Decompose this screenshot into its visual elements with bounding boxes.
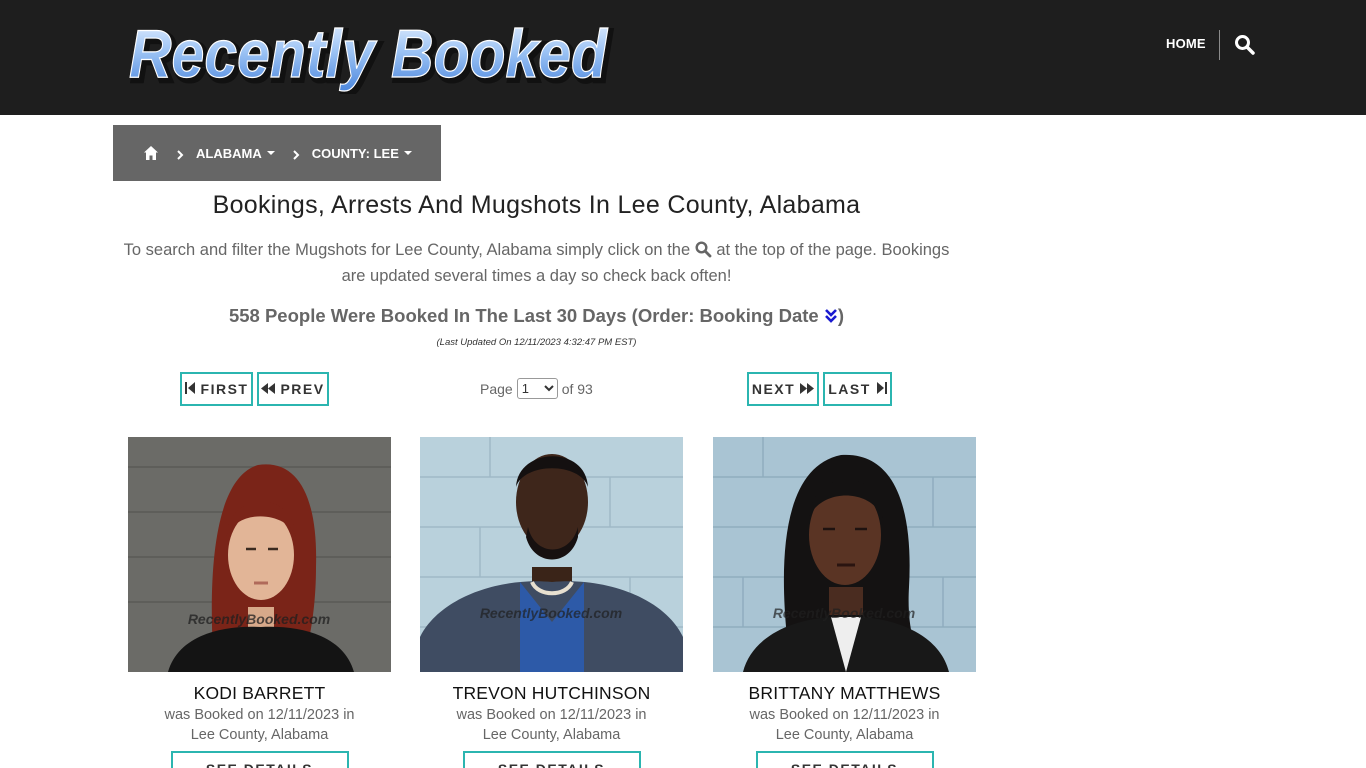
sort-order-icon[interactable] [824,307,838,323]
intro-text: To search and filter the Mugshots for Le… [113,237,960,289]
see-details-button[interactable]: SEE DETAILS [462,751,641,768]
nav-divider [1219,30,1220,60]
skip-first-icon [184,381,195,397]
skip-last-icon [876,381,887,397]
breadcrumb-state-dropdown[interactable]: ALABAMA [196,146,275,161]
chevron-right-icon [292,148,300,160]
prev-page-button[interactable]: PREV [257,372,329,406]
page-select[interactable]: 1 [516,378,558,399]
breadcrumb-county-label: COUNTY: LEE [311,145,399,161]
inmate-name[interactable]: KODI BARRETT [128,683,391,704]
see-details-button[interactable]: SEE DETAILS [170,751,349,768]
svg-text:RecentlyBooked.com: RecentlyBooked.com [480,605,622,621]
mugshot-photo[interactable]: RecentlyBooked.com [713,437,976,672]
prev-page-label: PREV [280,381,325,397]
last-updated: (Last Updated On 12/11/2023 4:32:47 PM E… [436,337,637,348]
last-page-label: LAST [828,381,871,397]
booking-date-line: was Booked on 12/11/2023 in [456,707,647,723]
svg-text:RecentlyBooked.com: RecentlyBooked.com [188,611,330,627]
breadcrumb-county-dropdown[interactable]: COUNTY: LEE [312,146,412,161]
breadcrumb: ALABAMA COUNTY: LEE [113,125,441,181]
booking-info: was Booked on 12/11/2023 in Lee County, … [420,705,683,745]
site-header: Recently Booked Recently Booked HOME [0,0,1366,115]
search-icon [695,240,712,258]
booking-count: 558 People Were Booked In The Last 30 Da… [113,305,960,327]
mugshot-photo[interactable]: RecentlyBooked.com [128,437,391,672]
svg-text:RecentlyBooked.com: RecentlyBooked.com [773,605,915,621]
search-icon[interactable] [1234,34,1256,56]
page-title: Bookings, Arrests And Mugshots In Lee Co… [212,191,861,219]
booking-location-line: Lee County, Alabama [190,727,329,743]
caret-down-icon [266,151,275,155]
booking-count-close: ) [837,305,845,326]
home-icon[interactable] [143,145,159,161]
booking-location-line: Lee County, Alabama [482,727,621,743]
booking-info: was Booked on 12/11/2023 in Lee County, … [128,705,391,745]
intro-text-before: To search and filter the Mugshots for Le… [123,241,691,259]
caret-down-icon [403,151,412,155]
booking-location-line: Lee County, Alabama [775,727,914,743]
inmate-name[interactable]: TREVON HUTCHINSON [420,683,683,704]
first-page-label: FIRST [200,381,249,397]
rewind-icon [261,381,276,397]
first-page-button[interactable]: FIRST [180,372,253,406]
breadcrumb-state-label: ALABAMA [196,145,262,161]
svg-text:Recently Booked: Recently Booked [129,16,608,92]
next-page-label: NEXT [751,381,796,397]
chevron-right-icon [176,148,184,160]
booking-card: RecentlyBooked.com KODI BARRETT was Book… [128,437,391,768]
booking-date-line: was Booked on 12/11/2023 in [749,707,940,723]
fast-forward-icon [800,381,815,397]
site-logo[interactable]: Recently Booked Recently Booked [126,14,618,94]
page-selector: Page 1 of 93 [480,378,593,399]
booking-info: was Booked on 12/11/2023 in Lee County, … [713,705,976,745]
booking-count-text: 558 People Were Booked In The Last 30 Da… [228,305,819,326]
inmate-name[interactable]: BRITTANY MATTHEWS [713,683,976,704]
booking-card: RecentlyBooked.com TREVON HUTCHINSON was… [420,437,683,768]
last-page-button[interactable]: LAST [823,372,892,406]
booking-card: RecentlyBooked.com BRITTANY MATTHEWS was… [713,437,976,768]
page-label: Page [480,380,513,397]
next-page-button[interactable]: NEXT [747,372,819,406]
nav-home-link[interactable]: HOME [1166,36,1206,51]
mugshot-photo[interactable]: RecentlyBooked.com [420,437,683,672]
page-total: of 93 [561,380,593,397]
booking-date-line: was Booked on 12/11/2023 in [164,707,355,723]
see-details-button[interactable]: SEE DETAILS [755,751,934,768]
